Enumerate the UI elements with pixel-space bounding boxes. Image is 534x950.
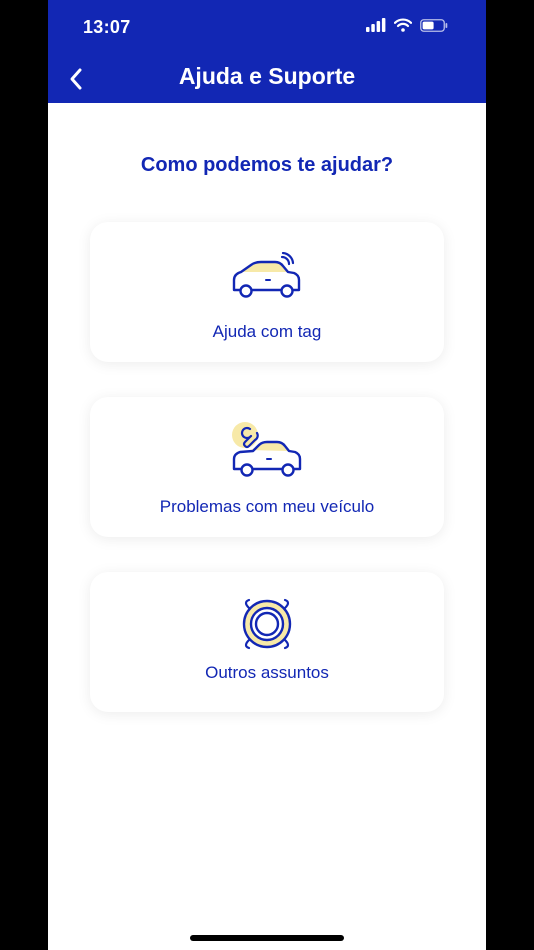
car-tag-icon bbox=[232, 252, 301, 298]
option-card-tag-help[interactable]: Ajuda com tag bbox=[90, 222, 444, 362]
app-header: 13:07 Ajuda e Suporte bbox=[48, 0, 486, 103]
lifebuoy-icon bbox=[242, 598, 292, 650]
help-support-screen: 13:07 Ajuda e Suporte Como podemos te aj… bbox=[48, 0, 486, 950]
option-card-vehicle-problems[interactable]: Problemas com meu veículo bbox=[90, 397, 444, 537]
wifi-icon bbox=[394, 18, 412, 32]
help-question-heading: Como podemos te ajudar? bbox=[140, 154, 394, 176]
option-card-other-subjects[interactable]: Outros assuntos bbox=[90, 572, 444, 712]
option-label-tag-help: Ajuda com tag bbox=[212, 322, 322, 341]
home-indicator[interactable] bbox=[190, 935, 344, 941]
car-wrench-icon bbox=[232, 422, 302, 477]
option-label-vehicle-problems: Problemas com meu veículo bbox=[159, 497, 375, 516]
option-label-other-subjects: Outros assuntos bbox=[205, 663, 329, 682]
signal-icon bbox=[366, 18, 386, 32]
status-time: 13:07 bbox=[83, 17, 131, 37]
page-title: Ajuda e Suporte bbox=[178, 63, 356, 89]
battery-icon bbox=[420, 19, 448, 32]
